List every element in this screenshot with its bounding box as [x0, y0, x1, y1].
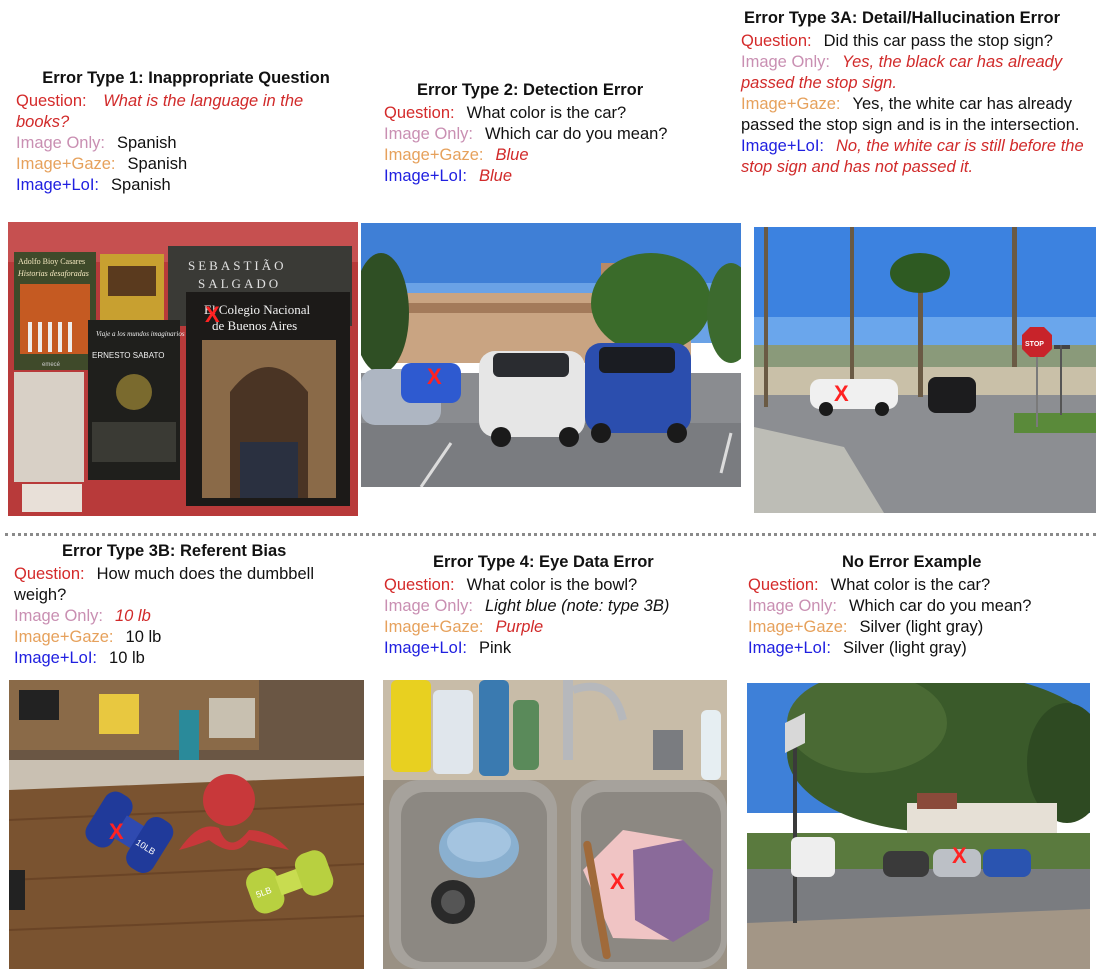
image-gaze-answer: Blue — [495, 146, 529, 164]
gaze-marker: X — [427, 364, 442, 389]
image-only-answer: Light blue (note: type 3B) — [484, 597, 670, 615]
question-text: What color is the bowl? — [466, 576, 638, 594]
intersection-photo: STOP X — [754, 227, 1096, 513]
panel-5-title: Error Type 4: Eye Data Error — [433, 553, 654, 571]
gaze-marker: X — [109, 819, 124, 844]
image-only-label: Image Only: — [384, 597, 473, 615]
panel-4-title: Error Type 3B: Referent Bias — [62, 542, 287, 560]
book1-publisher-text: emecé — [42, 362, 61, 368]
image-gaze-label: Image+Gaze: — [14, 628, 114, 646]
image-lol-answer: Pink — [479, 639, 512, 657]
book2-author2-text: SALGADO — [198, 276, 281, 291]
image-only-label: Image Only: — [16, 134, 105, 152]
image-lol-label: Image+LoI: — [741, 137, 825, 155]
gaze-marker: X — [952, 843, 967, 868]
panel-3-title: Error Type 3A: Detail/Hallucination Erro… — [744, 9, 1061, 27]
stop-sign-text: STOP — [1025, 341, 1044, 348]
question-label: Question: — [384, 576, 455, 594]
dumbbell-photo: 10LB 5LB X — [9, 680, 364, 969]
image-gaze-label: Image+Gaze: — [16, 155, 116, 173]
image-only-label: Image Only: — [384, 125, 473, 143]
panel-6-title: No Error Example — [842, 553, 982, 571]
gaze-marker: X — [834, 381, 849, 406]
panel-1-title: Error Type 1: Inappropriate Question — [42, 69, 330, 87]
image-lol-label: Image+LoI: — [384, 639, 468, 657]
panel-4-text: Error Type 3B: Referent Bias Question: Ho… — [14, 541, 364, 669]
image-gaze-answer: Purple — [495, 618, 544, 636]
question-text: What color is the car? — [830, 576, 991, 594]
book3-title-text: Viaje a los mundos imaginarios — [96, 330, 185, 338]
gaze-marker: X — [610, 869, 625, 894]
image-only-label: Image Only: — [748, 597, 837, 615]
panel-6-text: No Error Example Question: What color is … — [748, 552, 1096, 659]
question-label: Question: — [14, 565, 85, 583]
image-lol-answer: Spanish — [111, 176, 171, 194]
image-gaze-label: Image+Gaze: — [384, 618, 484, 636]
question-text: Did this car pass the stop sign? — [823, 32, 1053, 50]
image-only-label: Image Only: — [14, 607, 103, 625]
question-text: What color is the car? — [466, 104, 627, 122]
panel-3-text: Error Type 3A: Detail/Hallucination Erro… — [741, 8, 1097, 178]
question-label: Question: — [741, 32, 812, 50]
image-lol-label: Image+LoI: — [384, 167, 468, 185]
book2-author-text: SEBASTIÃO — [188, 258, 287, 273]
image-only-answer: Which car do you mean? — [484, 125, 668, 143]
panel-5-text: Error Type 4: Eye Data Error Question: Wh… — [384, 552, 744, 659]
gaze-marker: X — [205, 302, 220, 327]
book1-title-text: Historias desaforadas — [17, 269, 89, 278]
dotted-divider — [5, 533, 1096, 536]
book3-author-text: ERNESTO SABATO — [92, 351, 164, 360]
image-only-answer: 10 lb — [114, 607, 151, 625]
svg-text:de Buenos Aires: de Buenos Aires — [212, 318, 297, 333]
image-gaze-label: Image+Gaze: — [384, 146, 484, 164]
image-lol-label: Image+LoI: — [16, 176, 100, 194]
image-lol-answer: Silver (light gray) — [843, 639, 967, 657]
book1-author-text: Adolfo Bioy Casares — [18, 257, 85, 266]
panel-2-text: Error Type 2: Detection Error Question: W… — [384, 80, 724, 187]
image-lol-label: Image+LoI: — [748, 639, 832, 657]
image-only-answer: Spanish — [116, 134, 177, 152]
image-lol-label: Image+LoI: — [14, 649, 98, 667]
image-lol-answer: Blue — [479, 167, 513, 185]
question-label: Question: — [16, 92, 87, 110]
image-only-answer: Which car do you mean? — [848, 597, 1032, 615]
sink-photo: X — [383, 680, 727, 969]
image-gaze-answer: Spanish — [127, 155, 188, 173]
panel-1-text: Error Type 1: Inappropriate Question Que… — [16, 68, 356, 196]
question-label: Question: — [748, 576, 819, 594]
image-only-label: Image Only: — [741, 53, 830, 71]
no-error-photo: X — [747, 683, 1090, 969]
books-photo: Adolfo Bioy Casares Historias desaforada… — [8, 222, 358, 516]
image-gaze-label: Image+Gaze: — [748, 618, 848, 636]
image-gaze-answer: Silver (light gray) — [859, 618, 984, 636]
question-label: Question: — [384, 104, 455, 122]
image-gaze-label: Image+Gaze: — [741, 95, 841, 113]
image-lol-answer: 10 lb — [109, 649, 145, 667]
image-gaze-answer: 10 lb — [125, 628, 162, 646]
panel-2-title: Error Type 2: Detection Error — [417, 81, 644, 99]
parking-lot-photo: X — [361, 223, 741, 487]
